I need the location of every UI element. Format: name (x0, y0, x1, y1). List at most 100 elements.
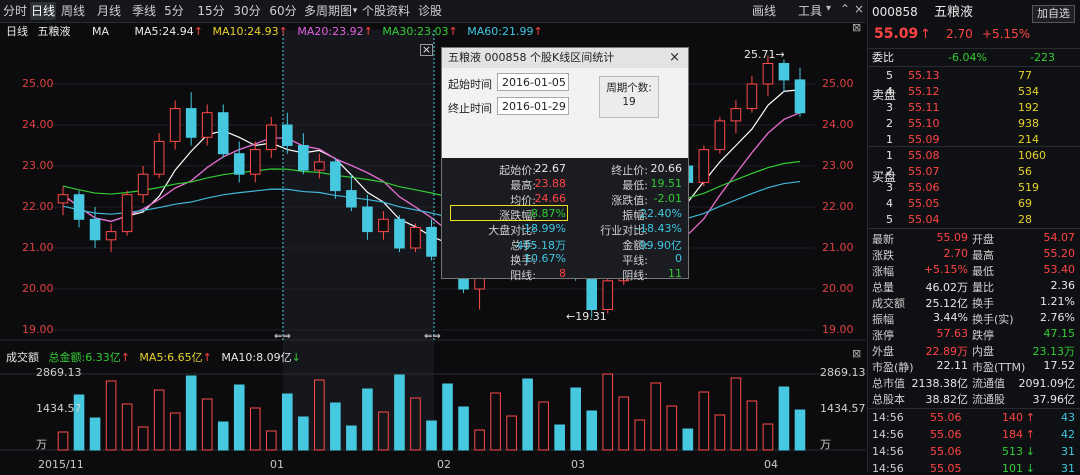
low-price-marker: ←19.31 (566, 310, 607, 323)
volume-bar (265, 430, 277, 451)
quote-label: 最高 (972, 249, 994, 262)
stat-value: 20.66 (650, 162, 683, 175)
tick-direction-icon: ↑ (1025, 428, 1035, 441)
draw-tool-button[interactable]: 画线 (744, 2, 784, 20)
stat-label: 阴线: (622, 269, 648, 282)
quote-value: +5.15% (923, 263, 968, 276)
quote-label: 涨跌 (872, 249, 894, 262)
volume-total: 总金额:6.33亿 (48, 351, 121, 364)
volume-bar (217, 421, 229, 451)
start-time-field[interactable]: 2016-01-05 (497, 73, 569, 91)
close-volume-icon[interactable]: ⊠ (852, 347, 861, 360)
tools-menu-button[interactable]: 工具 (790, 2, 830, 20)
candle-body (153, 140, 165, 175)
close-icon[interactable]: × (854, 2, 864, 16)
x-label-03: 03 (571, 458, 585, 471)
end-time-label: 终止时间 (448, 102, 492, 115)
volume-axis-mid-right: 1434.57 (820, 402, 866, 415)
current-price: 55.09 (874, 26, 919, 42)
tick-price: 55.05 (930, 462, 962, 475)
volume-bar (330, 402, 341, 451)
chevron-down-icon[interactable]: ▾ (350, 2, 360, 20)
quote-value: 22.89万 (925, 345, 969, 358)
level-price: 55.10 (908, 117, 940, 130)
volume-axis-mid: 1434.57 (36, 402, 82, 415)
candle-body (57, 194, 69, 204)
quote-label: 最新 (872, 233, 894, 246)
quote-value: 57.63 (936, 327, 969, 340)
quote-value: 54.07 (1043, 231, 1076, 244)
quote-label: 开盘 (972, 233, 994, 246)
quote-value: 38.82亿 (925, 393, 969, 406)
tab-9[interactable]: 多周期图 (302, 2, 354, 20)
quote-value: 55.20 (1043, 247, 1076, 260)
tick-time: 14:56 (872, 462, 904, 475)
quote-label: 流通值 (972, 377, 1005, 390)
level-volume: 77 (1018, 69, 1032, 82)
level-number: 5 (886, 69, 893, 82)
volume-bar (442, 383, 453, 451)
quote-label: 涨停 (872, 329, 894, 342)
ma-indicator-label[interactable]: MA (92, 25, 109, 38)
add-favorite-button[interactable]: 加自选 (1032, 5, 1075, 23)
end-time-field[interactable]: 2016-01-29 (497, 97, 569, 115)
stat-label: 阳线: (510, 269, 536, 282)
candle-body (314, 161, 325, 171)
quote-value: 37.96亿 (1032, 393, 1076, 406)
candle-body (298, 145, 309, 171)
candle-body (362, 206, 373, 233)
quote-label: 量比 (972, 281, 994, 294)
candle-body (410, 227, 421, 249)
tab-3[interactable]: 月线 (92, 2, 126, 20)
stat-value: 8 (559, 267, 566, 280)
tab-11[interactable]: 诊股 (414, 2, 446, 20)
high-price-marker: 25.71→ (744, 48, 785, 61)
tab-8[interactable]: 60分 (268, 2, 298, 20)
level-price: 55.09 (908, 133, 940, 146)
chevron-up-icon[interactable]: ⌃ (840, 2, 850, 16)
tab-5[interactable]: 5分 (162, 2, 186, 20)
candle-body (233, 153, 245, 175)
candle-body (714, 120, 726, 151)
tick-direction-icon: ↑ (1025, 411, 1035, 424)
level-number: 1 (886, 133, 893, 146)
candle-body (169, 108, 181, 142)
tab-2[interactable]: 周线 (56, 2, 90, 20)
candle-body (73, 194, 85, 220)
candle-body (137, 173, 149, 196)
chevron-down-icon[interactable]: ▾ (826, 3, 831, 14)
y-tick-left: 24.00 (22, 118, 54, 131)
tab-7[interactable]: 30分 (232, 2, 262, 20)
level-price: 55.11 (908, 101, 940, 114)
close-indicator-icon[interactable]: ⊠ (852, 21, 861, 34)
tab-10[interactable]: 个股资料 (360, 2, 412, 20)
range-start-handle[interactable]: ⇐⇒ (274, 331, 291, 342)
tab-0[interactable]: 分时 (2, 2, 28, 20)
tab-6[interactable]: 15分 (196, 2, 226, 20)
quote-label: 总市值 (872, 377, 905, 390)
volume-bar (506, 415, 517, 451)
dialog-close-icon[interactable]: × (669, 48, 680, 68)
kline-chart[interactable]: 日线 五粮液 MA MA5:24.94↑ MA10:24.93↑ MA20:23… (0, 21, 866, 472)
tab-4[interactable]: 季线 (128, 2, 160, 20)
level-volume: 938 (1018, 117, 1039, 130)
close-range-icon[interactable]: × (420, 44, 433, 56)
stats-panel: 起始价: 22.67 终止价: 20.66 最高: 23.88 最低: 19.51 均价: 24.… (442, 158, 688, 282)
quote-value: 23.13万 (1032, 345, 1076, 358)
price-up-arrow-icon: ↑ (920, 27, 931, 42)
candle-body (602, 280, 614, 310)
candle-body (249, 149, 261, 175)
range-end-handle[interactable]: ⇐⇒ (424, 331, 441, 342)
level-volume: 192 (1018, 101, 1039, 114)
volume-bar (586, 410, 598, 451)
y-tick-right: 20.00 (822, 282, 854, 295)
tab-1[interactable]: 日线 (30, 2, 56, 20)
y-tick-left: 25.00 (22, 77, 54, 90)
period-count-box: 周期个数: 19 (599, 76, 659, 118)
tick-volume: 140 (1002, 411, 1023, 424)
volume-axis-unit-right: 万 (820, 438, 831, 451)
volume-bar (201, 398, 213, 451)
candle-body (282, 124, 293, 146)
volume-bar (762, 423, 774, 451)
up-arrow-icon: ↑ (193, 25, 203, 38)
